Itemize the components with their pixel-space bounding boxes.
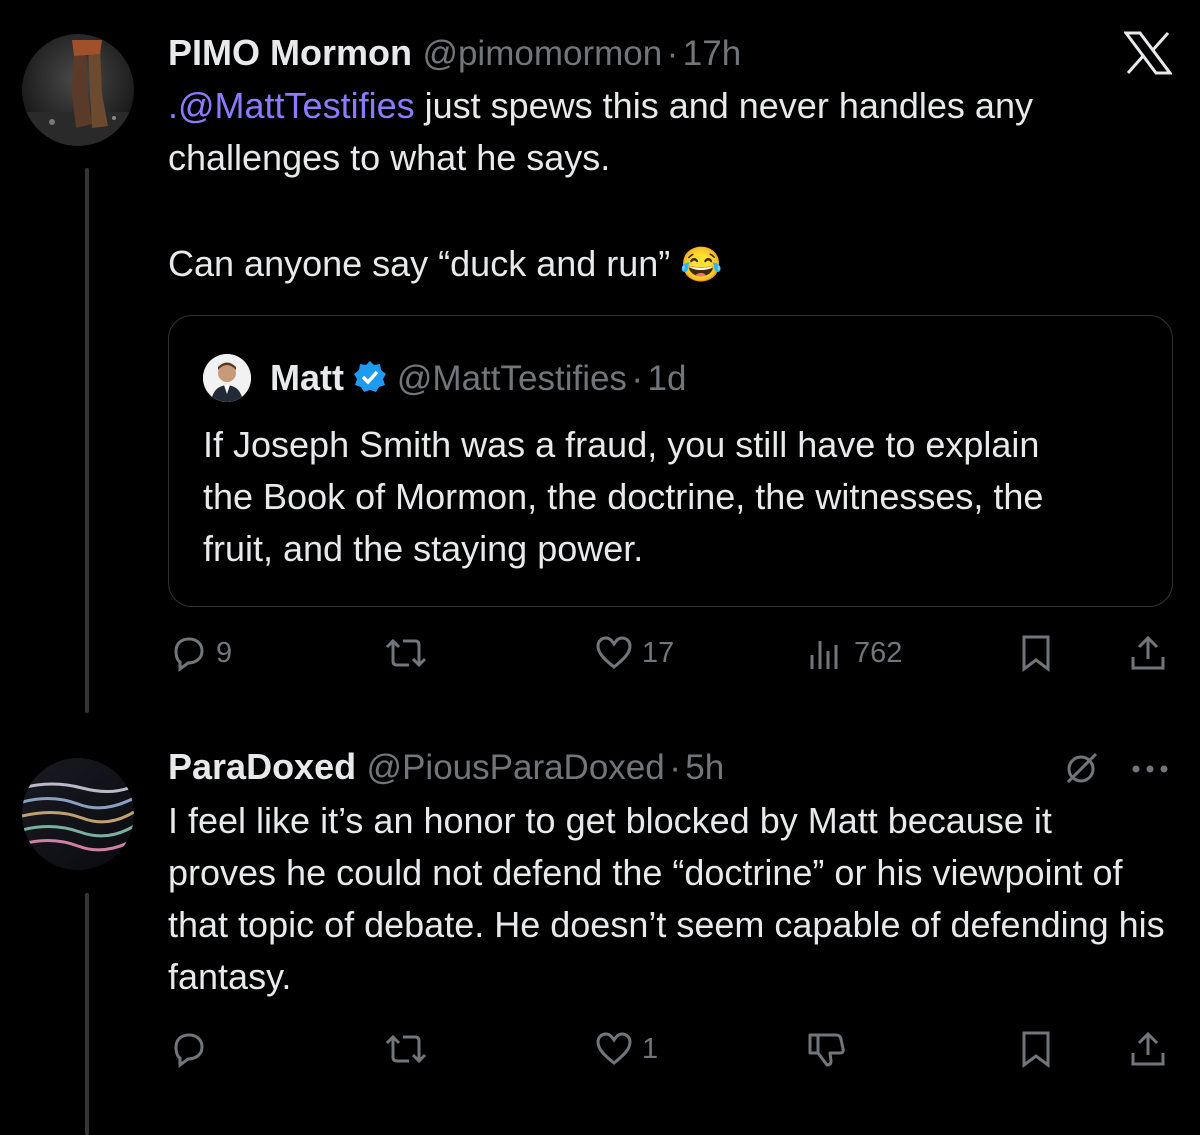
repost-icon — [385, 638, 427, 668]
reply-icon — [174, 637, 204, 672]
tweet-header: PIMO Mormon @pimomormon · 17h — [168, 32, 741, 74]
timestamp[interactable]: 17h — [683, 34, 741, 73]
tweet-header-2: ParaDoxed @PiousParaDoxed · 5h — [168, 746, 724, 788]
repost-button[interactable] — [383, 1029, 429, 1069]
views-icon — [810, 641, 838, 669]
display-name[interactable]: PIMO Mormon — [168, 32, 412, 73]
repost-button[interactable] — [383, 633, 429, 673]
thread-line-2 — [85, 893, 89, 1135]
user-handle[interactable]: @PiousParaDoxed — [367, 748, 665, 787]
dislike-button[interactable] — [806, 1029, 848, 1069]
bookmark-icon — [1022, 635, 1050, 672]
quote-header: Matt @MattTestifies · 1d — [270, 357, 686, 400]
avatar-matt[interactable] — [203, 354, 251, 402]
bookmark-button[interactable] — [1018, 633, 1054, 673]
views-count: 762 — [854, 636, 903, 669]
share-button[interactable] — [1128, 1029, 1168, 1069]
verified-badge-icon — [352, 359, 388, 400]
tweet-text-para2: Can anyone say “duck and run” 😂 — [168, 243, 723, 284]
timestamp[interactable]: 5h — [685, 748, 724, 787]
quote-separator: · — [631, 359, 644, 398]
avatar-pimo[interactable] — [22, 34, 134, 146]
repost-icon — [385, 1034, 427, 1064]
bookmark-button[interactable] — [1018, 1029, 1054, 1069]
like-button[interactable]: 1 — [594, 1029, 658, 1069]
separator: · — [666, 34, 679, 73]
separator: · — [669, 748, 681, 787]
tweet-text-2: I feel like it’s an honor to get blocked… — [168, 800, 1165, 997]
like-count: 1 — [642, 1032, 659, 1065]
views-button[interactable]: 762 — [806, 633, 902, 673]
quote-text: If Joseph Smith was a fraud, you still h… — [203, 424, 1044, 569]
display-name[interactable]: ParaDoxed — [168, 746, 356, 787]
quote-timestamp[interactable]: 1d — [648, 359, 687, 398]
user-handle[interactable]: @pimomormon — [422, 34, 662, 73]
like-icon — [596, 1032, 632, 1065]
bookmark-icon — [1022, 1031, 1050, 1068]
share-button[interactable] — [1128, 633, 1168, 673]
like-icon — [596, 636, 632, 669]
mention-link[interactable]: .@MattTestifies — [168, 85, 415, 126]
quote-display-name[interactable]: Matt — [270, 357, 344, 398]
like-button[interactable]: 17 — [594, 633, 674, 673]
like-count: 17 — [642, 636, 675, 669]
laughing-emoji: 😂 — [680, 246, 723, 284]
tweet-text: .@MattTestifies just spews this and neve… — [168, 80, 1178, 184]
reply-count: 9 — [216, 636, 233, 669]
dislike-icon — [808, 1033, 845, 1067]
reply-button[interactable]: 9 — [168, 633, 232, 673]
grok-icon[interactable] — [1062, 748, 1102, 793]
thread-line — [85, 168, 89, 713]
avatar-paradoxed[interactable] — [22, 758, 134, 870]
share-icon — [1131, 635, 1165, 670]
reply-icon — [174, 1033, 204, 1068]
x-logo-icon[interactable] — [1123, 31, 1173, 80]
share-icon — [1131, 1031, 1165, 1066]
more-icon[interactable] — [1130, 762, 1170, 780]
reply-button[interactable] — [168, 1029, 208, 1069]
quote-handle[interactable]: @MattTestifies — [397, 359, 627, 398]
